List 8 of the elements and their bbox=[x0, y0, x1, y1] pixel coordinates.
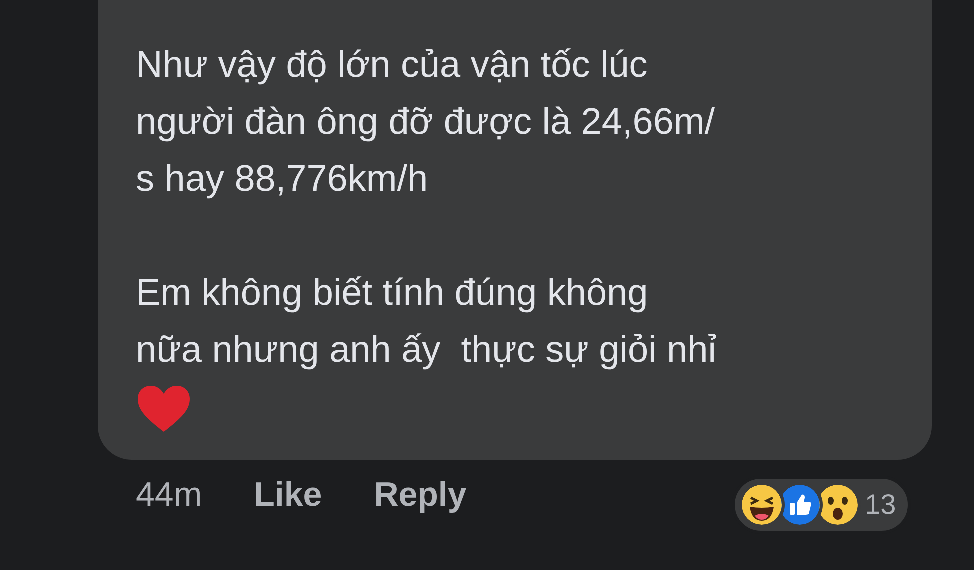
comment-time: 44m bbox=[136, 475, 202, 516]
heart-icon bbox=[136, 384, 192, 434]
laughing-face-icon bbox=[739, 482, 785, 528]
comment-text: Em không biết tính đúng không nữa nhưng anh ấy thực sự giỏi nhỉ bbox=[136, 271, 716, 372]
comment-text: Như vậy độ lớn của vận tốc lúc người đàn ông đỡ được là 24,66m/ s hay 88,776km/h bbox=[136, 43, 715, 201]
reaction-count: 13 bbox=[865, 488, 896, 522]
like-link[interactable]: Like bbox=[254, 470, 322, 521]
reply-link[interactable]: Reply bbox=[374, 470, 467, 521]
